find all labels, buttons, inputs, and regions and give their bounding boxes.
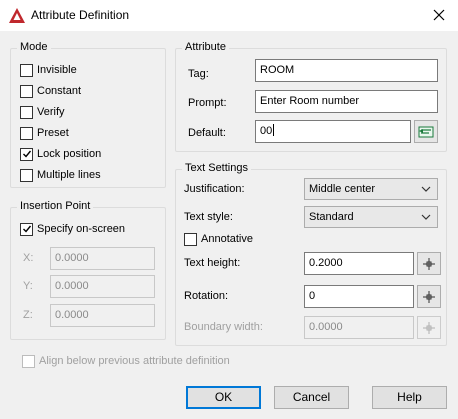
boundary-width-field[interactable]: 0.0000 — [304, 316, 414, 339]
prompt-field[interactable]: Enter Room number — [255, 90, 438, 113]
attribute-group-label: Attribute — [182, 41, 229, 53]
x-field[interactable]: 0.0000 — [50, 247, 155, 270]
checkbox-box[interactable] — [22, 354, 35, 368]
crosshair-icon — [423, 257, 435, 270]
mode-group-label: Mode — [17, 41, 51, 53]
help-button[interactable]: Help — [372, 386, 447, 409]
checkbox-label: Invisible — [37, 64, 77, 76]
verify-checkbox[interactable]: Verify — [20, 104, 65, 120]
default-label: Default: — [188, 127, 226, 139]
annotative-checkbox[interactable]: Annotative — [184, 231, 253, 247]
text-height-pick-button[interactable] — [417, 252, 441, 275]
text-style-value: Standard — [309, 211, 354, 223]
justification-label: Justification: — [184, 183, 245, 195]
checkbox-label: Annotative — [201, 233, 253, 245]
z-field[interactable]: 0.0000 — [50, 304, 155, 327]
y-field[interactable]: 0.0000 — [50, 275, 155, 298]
checkbox-label: Multiple lines — [37, 169, 101, 181]
multiple-lines-checkbox[interactable]: Multiple lines — [20, 167, 101, 183]
close-icon — [433, 9, 445, 21]
checkbox-box[interactable] — [20, 105, 33, 119]
justification-value: Middle center — [309, 183, 376, 195]
insert-field-button[interactable] — [414, 120, 438, 143]
chevron-down-icon — [421, 214, 431, 220]
align-below-checkbox[interactable]: Align below previous attribute definitio… — [22, 353, 230, 369]
title-bar: Attribute Definition — [0, 0, 458, 31]
default-field[interactable]: 00 — [255, 120, 411, 143]
justification-dropdown[interactable]: Middle center — [304, 178, 438, 200]
specify-on-screen-checkbox[interactable]: Specify on-screen — [20, 221, 125, 237]
tag-label: Tag: — [188, 68, 209, 80]
invisible-checkbox[interactable]: Invisible — [20, 62, 77, 78]
text-settings-group-label: Text Settings — [182, 162, 251, 174]
checkbox-box[interactable] — [20, 126, 33, 140]
text-style-label: Text style: — [184, 211, 233, 223]
preset-checkbox[interactable]: Preset — [20, 125, 69, 141]
boundary-width-pick-button[interactable] — [417, 316, 441, 339]
insertion-point-group-label: Insertion Point — [17, 200, 94, 212]
ok-button[interactable]: OK — [186, 386, 261, 409]
constant-checkbox[interactable]: Constant — [20, 83, 81, 99]
chevron-down-icon — [421, 186, 431, 192]
tag-field[interactable]: ROOM — [255, 59, 438, 82]
checkbox-label: Constant — [37, 85, 82, 97]
text-height-field[interactable]: 0.2000 — [304, 252, 414, 275]
checkbox-label: Align below previous attribute definitio… — [39, 355, 230, 367]
text-height-label: Text height: — [184, 257, 241, 269]
checkbox-box[interactable] — [20, 168, 33, 182]
prompt-label: Prompt: — [188, 97, 227, 109]
y-label: Y: — [23, 280, 33, 292]
close-button[interactable] — [428, 5, 450, 25]
rotation-label: Rotation: — [184, 290, 229, 302]
window-title: Attribute Definition — [31, 8, 130, 22]
checkbox-label: Lock position — [37, 148, 102, 160]
checkbox-label: Specify on-screen — [37, 223, 126, 235]
cancel-button[interactable]: Cancel — [274, 386, 349, 409]
boundary-width-label: Boundary width: — [184, 321, 263, 333]
autocad-app-icon — [9, 8, 25, 23]
checkmark-icon — [22, 225, 31, 233]
default-value: 00 — [260, 125, 273, 137]
crosshair-icon — [423, 321, 435, 334]
text-style-dropdown[interactable]: Standard — [304, 206, 438, 228]
checkbox-box[interactable] — [20, 63, 33, 77]
checkbox-box[interactable] — [184, 232, 197, 246]
checkbox-label: Preset — [37, 127, 69, 139]
lock-position-checkbox[interactable]: Lock position — [20, 146, 101, 162]
checkbox-box[interactable] — [20, 84, 33, 98]
x-label: X: — [23, 252, 34, 264]
checkbox-box[interactable] — [20, 222, 33, 236]
rotation-field[interactable]: 0 — [304, 285, 414, 308]
rotation-pick-button[interactable] — [417, 285, 441, 308]
checkbox-label: Verify — [37, 106, 65, 118]
checkmark-icon — [22, 150, 31, 158]
z-label: Z: — [23, 309, 33, 321]
text-caret — [273, 124, 275, 136]
insert-field-icon — [418, 126, 434, 137]
crosshair-icon — [423, 290, 435, 303]
checkbox-box[interactable] — [20, 147, 33, 161]
